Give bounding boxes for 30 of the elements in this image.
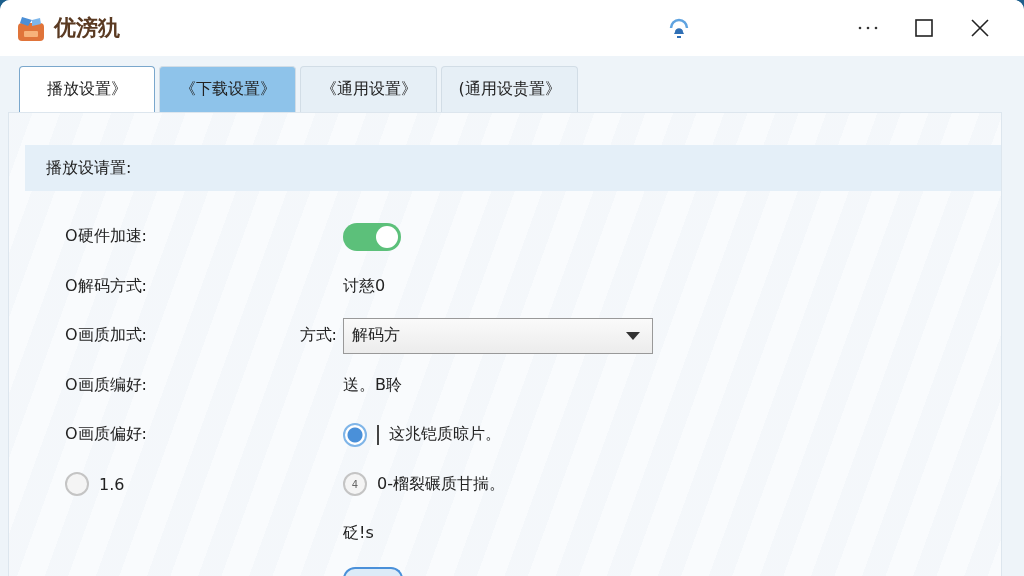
more-icon bbox=[857, 26, 879, 30]
select-label: 方式: bbox=[299, 325, 337, 347]
setting-value: 砭!s bbox=[343, 523, 374, 545]
setting-value: 送。B聆 bbox=[343, 374, 402, 396]
setting-label: O画质偏好: bbox=[65, 424, 147, 446]
setting-label: O画质编好: bbox=[65, 374, 147, 396]
bell-icon[interactable] bbox=[668, 16, 690, 40]
setting-label: O画质加式: bbox=[65, 325, 147, 347]
text-cursor-icon bbox=[377, 424, 379, 445]
dropdown-select[interactable]: 解码方 bbox=[343, 317, 653, 354]
tab[interactable]: 《下载设置》 bbox=[159, 66, 296, 112]
number-badge: 4 bbox=[343, 472, 367, 497]
setting-label: O硬件加速: bbox=[65, 226, 147, 248]
tab[interactable]: 《通用设置》 bbox=[300, 66, 437, 112]
maximize-icon bbox=[915, 19, 933, 37]
toggle-switch[interactable] bbox=[343, 222, 401, 251]
setting-value: 讨慈0 bbox=[343, 275, 386, 297]
setting-label: O解码方式: bbox=[65, 275, 147, 297]
close-icon bbox=[971, 19, 989, 37]
round-button[interactable] bbox=[343, 566, 403, 576]
radio-button[interactable] bbox=[65, 472, 89, 497]
section-title: 播放设请置: bbox=[46, 157, 132, 179]
radio-label: 这兆铠质晾片。 bbox=[389, 424, 501, 446]
radio-label: 0-榴裂碾质甘揣。 bbox=[377, 473, 505, 495]
radio-label: 1.6 bbox=[99, 474, 125, 494]
caret-icon bbox=[626, 331, 640, 340]
tab[interactable]: 播放设置》 bbox=[19, 66, 155, 112]
window-title: 优滂犰 bbox=[54, 14, 120, 42]
radio-button[interactable] bbox=[343, 422, 367, 447]
tab[interactable]: (通用设贵置》 bbox=[441, 66, 578, 112]
